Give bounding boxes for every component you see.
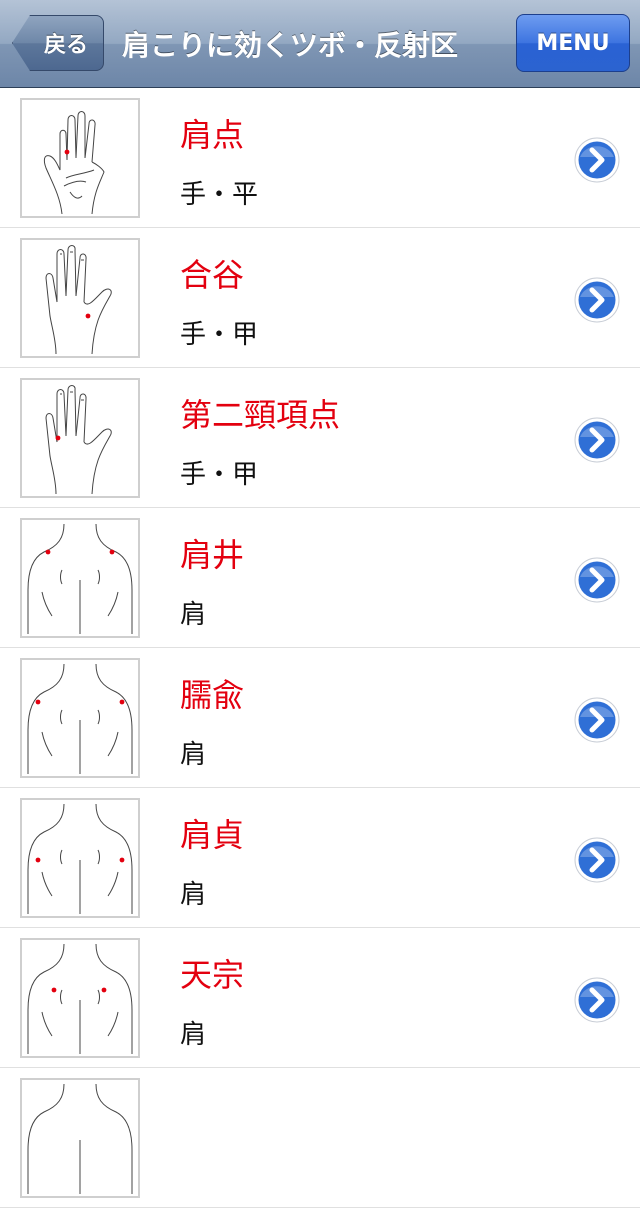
- back-button[interactable]: 戻る: [12, 15, 104, 71]
- acupoint-name: 合谷: [180, 256, 245, 294]
- acupoint-name: 臑兪: [180, 676, 245, 714]
- list-item[interactable]: 合谷 手・甲: [0, 228, 640, 368]
- navigation-bar: 戻る 肩こりに効くツボ・反射区 MENU: [0, 0, 640, 88]
- upper-back-illustration: [20, 518, 140, 638]
- acupoint-location: 手・甲: [180, 320, 259, 350]
- acupoint-list: 肩点 手・平 合谷 手・甲 第二頸項点 手・甲 肩井 肩 臑兪 肩 肩貞 肩 天…: [0, 88, 640, 1208]
- upper-back-illustration: [20, 798, 140, 918]
- chevron-right-icon[interactable]: [574, 697, 620, 743]
- upper-back-illustration: [20, 1078, 140, 1198]
- menu-button-label: MENU: [536, 30, 610, 56]
- list-item[interactable]: 天宗 肩: [0, 928, 640, 1068]
- acupoint-location: 肩: [180, 1020, 207, 1050]
- hand-back-illustration: [20, 238, 140, 358]
- page-title: 肩こりに効くツボ・反射区: [122, 29, 459, 62]
- acupoint-location: 肩: [180, 740, 207, 770]
- chevron-right-icon[interactable]: [574, 977, 620, 1023]
- chevron-right-icon[interactable]: [574, 417, 620, 463]
- list-item[interactable]: 肩貞 肩: [0, 788, 640, 928]
- acupoint-location: 手・甲: [180, 460, 259, 490]
- acupoint-location: 肩: [180, 600, 207, 630]
- upper-back-illustration: [20, 658, 140, 778]
- upper-back-illustration: [20, 938, 140, 1058]
- list-item[interactable]: 第二頸項点 手・甲: [0, 368, 640, 508]
- list-item[interactable]: [0, 1068, 640, 1208]
- acupoint-name: 肩貞: [180, 816, 245, 854]
- acupoint-name: 肩井: [180, 536, 245, 574]
- acupoint-location: 手・平: [180, 180, 259, 210]
- chevron-right-icon[interactable]: [574, 837, 620, 883]
- list-item[interactable]: 肩井 肩: [0, 508, 640, 648]
- acupoint-name: 第二頸項点: [180, 396, 341, 434]
- acupoint-location: 肩: [180, 880, 207, 910]
- palm-illustration: [20, 98, 140, 218]
- list-item[interactable]: 肩点 手・平: [0, 88, 640, 228]
- hand-back-illustration: [20, 378, 140, 498]
- acupoint-name: 天宗: [180, 956, 245, 994]
- chevron-right-icon[interactable]: [574, 557, 620, 603]
- back-button-label: 戻る: [43, 33, 88, 58]
- chevron-right-icon[interactable]: [574, 137, 620, 183]
- list-item[interactable]: 臑兪 肩: [0, 648, 640, 788]
- menu-button[interactable]: MENU: [516, 14, 630, 72]
- chevron-right-icon[interactable]: [574, 277, 620, 323]
- acupoint-name: 肩点: [180, 116, 245, 154]
